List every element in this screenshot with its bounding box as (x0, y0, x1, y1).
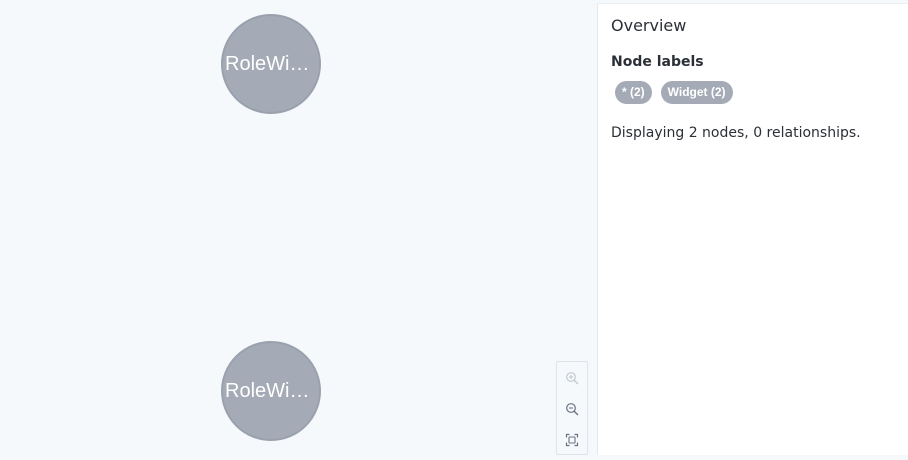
graph-node[interactable]: RoleWid… (221, 341, 321, 441)
fit-to-screen-icon (565, 433, 579, 447)
zoom-controls (556, 361, 588, 455)
overview-panel: Overview Node labels * (2) Widget (2) Di… (597, 3, 908, 455)
node-labels-heading: Node labels (611, 54, 704, 70)
node-label-list: * (2) Widget (2) (615, 81, 733, 104)
node-label-tag-widget[interactable]: Widget (2) (660, 81, 733, 104)
panel-title: Overview (611, 16, 687, 35)
node-caption: RoleWid… (225, 379, 317, 402)
node-label-tag-all[interactable]: * (2) (615, 81, 652, 104)
zoom-in-button[interactable] (557, 363, 587, 393)
zoom-out-button[interactable] (557, 394, 587, 424)
zoom-out-icon (566, 403, 579, 416)
node-caption: RoleWid… (225, 52, 317, 75)
graph-browser: RoleWid… RoleWid… Overview Node labels *… (0, 0, 908, 460)
graph-node[interactable]: RoleWid… (221, 14, 321, 114)
zoom-in-icon (566, 372, 579, 385)
graph-canvas[interactable]: RoleWid… RoleWid… (0, 0, 597, 460)
fit-to-screen-button[interactable] (557, 425, 587, 455)
graph-summary: Displaying 2 nodes, 0 relationships. (611, 125, 861, 141)
